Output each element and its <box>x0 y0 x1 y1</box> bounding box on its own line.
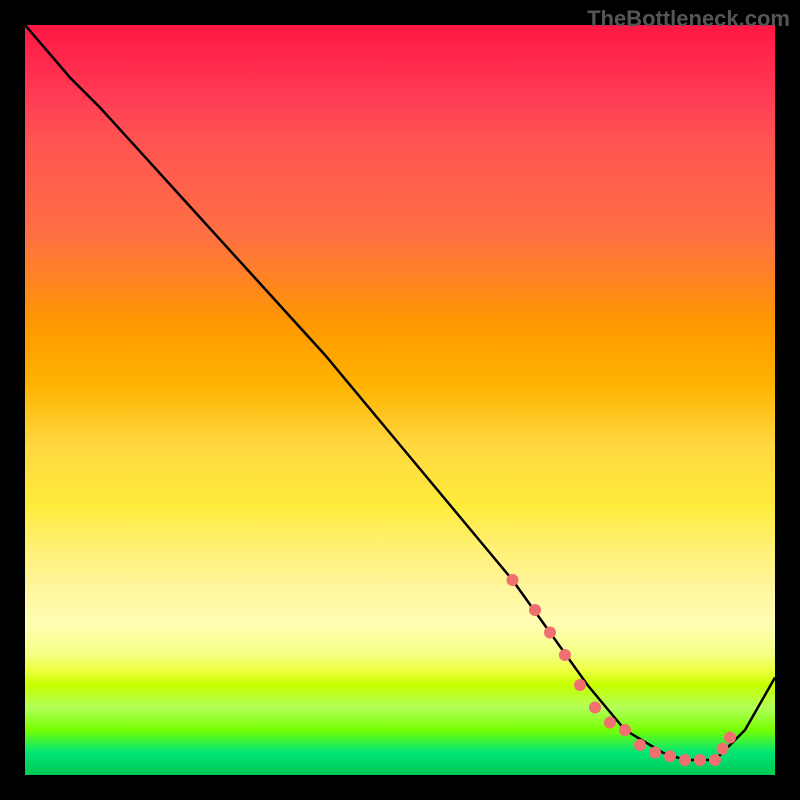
marker-dot <box>589 702 601 714</box>
marker-dot <box>507 574 519 586</box>
marker-dot <box>679 754 691 766</box>
chart-svg <box>25 25 775 775</box>
marker-dot <box>619 724 631 736</box>
marker-dots <box>507 574 737 766</box>
marker-dot <box>649 747 661 759</box>
curve-line <box>25 25 775 760</box>
marker-dot <box>544 627 556 639</box>
marker-dot <box>709 754 721 766</box>
marker-dot <box>724 732 736 744</box>
marker-dot <box>529 604 541 616</box>
marker-dot <box>559 649 571 661</box>
watermark-text: TheBottleneck.com <box>587 6 790 32</box>
marker-dot <box>574 679 586 691</box>
marker-dot <box>717 743 729 755</box>
marker-dot <box>664 750 676 762</box>
marker-dot <box>604 717 616 729</box>
marker-dot <box>694 754 706 766</box>
marker-dot <box>634 739 646 751</box>
